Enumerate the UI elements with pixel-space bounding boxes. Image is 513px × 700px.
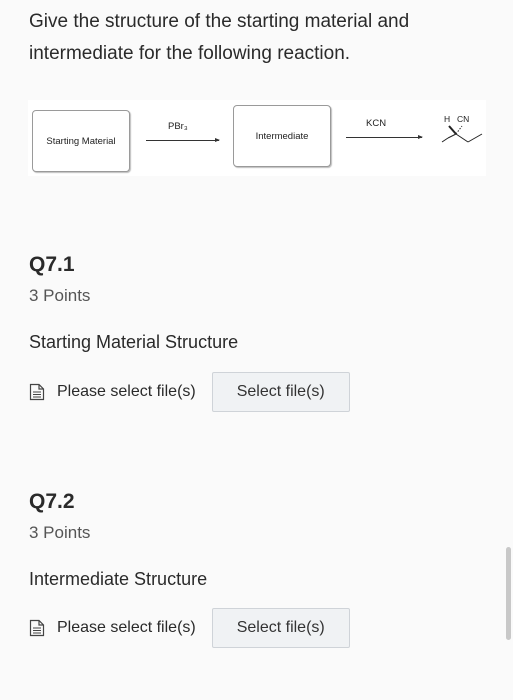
product-structure: H CN: [440, 114, 484, 150]
product-skeleton-drawing: [441, 125, 483, 143]
q7-2-subtitle: Intermediate Structure: [29, 569, 208, 589]
q7-1-subtitle: Starting Material Structure: [29, 332, 239, 352]
file-icon: [29, 619, 45, 637]
page-scrollbar[interactable]: [506, 547, 511, 640]
starting-material-box: Starting Material: [32, 110, 130, 172]
reagent-pbr3: PBr₃: [168, 121, 188, 132]
reagent-kcn: KCN: [366, 118, 387, 129]
q7-2-title: Q7.2: [29, 490, 75, 513]
q7-1-file-label: Please select file(s): [57, 383, 196, 400]
q7-2-file-row: Please select file(s) Select file(s): [29, 607, 350, 649]
q7-2-select-file-button[interactable]: Select file(s): [211, 608, 350, 648]
intermediate-label: Intermediate: [255, 130, 309, 142]
reaction-scheme: Starting Material PBr₃ Intermediate KCN …: [28, 100, 486, 176]
q7-1-file-row: Please select file(s) Select file(s): [29, 371, 350, 413]
file-icon: [29, 383, 45, 401]
q7-1-select-file-button[interactable]: Select file(s): [211, 372, 350, 412]
q7-2-points: 3 Points: [29, 523, 91, 542]
question-prompt: Give the structure of the starting mater…: [29, 11, 410, 64]
reaction-arrow-1: [146, 138, 220, 142]
reaction-arrow-2: [346, 135, 423, 139]
intermediate-box: Intermediate: [233, 105, 331, 167]
q7-1-title: Q7.1: [29, 253, 75, 276]
starting-material-label: Starting Material: [46, 135, 116, 147]
q7-2-file-label: Please select file(s): [57, 619, 196, 636]
q7-1-points: 3 Points: [29, 286, 91, 305]
